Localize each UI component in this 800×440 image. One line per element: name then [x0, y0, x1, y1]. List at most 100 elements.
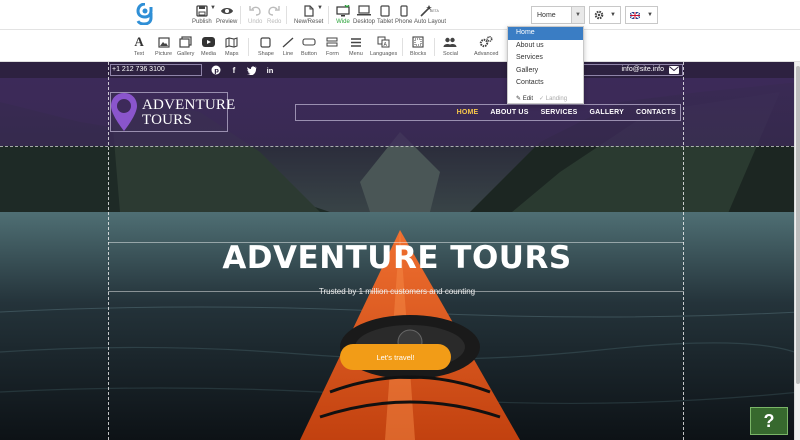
envelope-icon	[669, 66, 679, 74]
button-tool[interactable]: Button	[301, 35, 317, 57]
gallery-icon	[179, 36, 192, 48]
chevron-down-icon: ▼	[647, 12, 653, 18]
nav-home[interactable]: HOME	[457, 109, 479, 116]
chevron-down-icon[interactable]: ▼	[571, 7, 584, 23]
preview-button[interactable]: Preview	[216, 3, 237, 29]
media-tool-label: Media	[201, 51, 216, 57]
map-icon	[225, 36, 238, 48]
layout-guide	[0, 146, 794, 147]
wide-view-button[interactable]: Wide	[336, 3, 350, 29]
edit-page-button[interactable]: ✎ Edit	[516, 95, 533, 102]
language-button[interactable]: ▼	[625, 6, 658, 24]
media-tool[interactable]: Media	[201, 35, 216, 57]
publish-button[interactable]: Publish	[192, 3, 212, 29]
page-select[interactable]: Home ▼	[531, 6, 585, 24]
advanced-tool[interactable]: Advanced	[474, 35, 498, 57]
auto-layout-button[interactable]: Auto Layout	[414, 3, 446, 29]
nav-gallery[interactable]: GALLERY	[589, 109, 624, 116]
blocks-tool[interactable]: Blocks	[410, 35, 426, 57]
menu-icon	[350, 37, 361, 47]
form-icon	[326, 37, 338, 46]
menu-tool-label: Menu	[349, 51, 363, 57]
button-tool-label: Button	[301, 51, 317, 57]
check-icon: ✓	[539, 96, 545, 102]
hero-title[interactable]: ADVENTURE TOURS	[0, 240, 794, 276]
gears-icon	[480, 36, 493, 48]
tablet-icon	[380, 4, 390, 17]
undo-button[interactable]: Undo	[248, 3, 262, 29]
line-tool-label: Line	[282, 51, 294, 57]
social-tool-label: Social	[443, 51, 458, 57]
phone-number[interactable]: +1 212 736 3100	[110, 64, 202, 76]
redo-icon	[268, 6, 280, 16]
maps-tool[interactable]: Maps	[225, 35, 238, 57]
button-icon	[302, 38, 316, 46]
toolbar-divider	[402, 38, 403, 56]
form-tool[interactable]: Form	[326, 35, 339, 57]
hero-subtitle[interactable]: Trusted by 1 million customers and count…	[0, 287, 794, 296]
pencil-icon: ✎	[516, 96, 522, 102]
nav-contacts[interactable]: CONTACTS	[636, 109, 676, 116]
undo-label: Undo	[248, 19, 263, 25]
svg-text:A: A	[384, 42, 388, 48]
site-nav: HOME ABOUT US SERVICES GALLERY CONTACTS	[295, 104, 681, 121]
toolbar-divider	[248, 38, 249, 56]
email-contact[interactable]: info@site.info	[569, 64, 683, 76]
brand-line-2: TOURS	[142, 112, 192, 128]
tablet-view-button[interactable]: Tablet	[377, 3, 393, 29]
brand-line-1: ADVENTURE	[142, 97, 236, 113]
social-tool[interactable]: Social	[443, 35, 458, 57]
cta-button[interactable]: Let's travel!	[340, 344, 451, 370]
gallery-tool-label: Gallery	[177, 51, 195, 57]
nav-about-us[interactable]: ABOUT US	[490, 109, 528, 116]
shape-icon	[260, 36, 272, 48]
form-tool-label: Form	[326, 51, 339, 57]
site-header: ADVENTURE TOURS HOME ABOUT US SERVICES G…	[0, 78, 794, 146]
twitter-icon[interactable]	[246, 64, 258, 76]
page-option-home[interactable]: Home	[508, 27, 583, 40]
gear-icon	[594, 10, 604, 20]
svg-text:p: p	[214, 67, 219, 75]
page-option-contacts[interactable]: Contacts	[508, 77, 583, 90]
toolbar-divider	[286, 6, 287, 24]
publish-label: Publish	[192, 19, 212, 25]
vertical-scrollbar[interactable]	[794, 62, 800, 440]
tablet-label: Tablet	[377, 19, 394, 25]
languages-tool[interactable]: A Languages	[370, 35, 397, 57]
toolbar-divider	[328, 6, 329, 24]
contact-bar: +1 212 736 3100 p f in info@site.info	[0, 62, 794, 78]
site-logo[interactable]: ADVENTURE TOURS	[110, 92, 235, 132]
menu-tool[interactable]: Menu	[349, 35, 363, 57]
page-option-about-us[interactable]: About us	[508, 40, 583, 53]
app-logo-icon[interactable]	[136, 3, 154, 25]
email-text: info@site.info	[621, 66, 664, 73]
line-icon	[282, 37, 294, 47]
help-button[interactable]: ?	[750, 407, 788, 435]
editor-canvas[interactable]: +1 212 736 3100 p f in info@site.info AD…	[0, 62, 800, 440]
translate-icon: A	[377, 36, 390, 48]
text-tool[interactable]: A Text	[134, 34, 144, 57]
nav-services[interactable]: SERVICES	[541, 109, 578, 116]
gallery-tool[interactable]: Gallery	[177, 35, 194, 57]
page-option-services[interactable]: Services	[508, 52, 583, 65]
preview-label: Preview	[216, 19, 238, 25]
shape-tool[interactable]: Shape	[258, 35, 274, 57]
facebook-icon[interactable]: f	[228, 64, 240, 76]
page-select-value: Home	[537, 11, 556, 19]
page-option-gallery[interactable]: Gallery	[508, 65, 583, 78]
redo-button[interactable]: Redo	[267, 3, 281, 29]
desktop-view-button[interactable]: Desktop	[353, 3, 375, 29]
linkedin-icon[interactable]: in	[264, 64, 276, 76]
blocks-icon	[412, 36, 424, 48]
line-tool[interactable]: Line	[282, 35, 294, 57]
new-reset-caret-icon[interactable]: ▼	[317, 5, 323, 11]
landing-page-button[interactable]: ✓ Landing	[539, 95, 567, 102]
settings-button[interactable]: ▼	[589, 6, 621, 24]
edit-label: Edit	[522, 96, 534, 102]
insert-toolbar: A Text Picture Gallery Media Maps Shape …	[0, 31, 800, 62]
pinterest-icon[interactable]: p	[210, 64, 222, 76]
picture-tool[interactable]: Picture	[155, 35, 172, 57]
phone-view-button[interactable]: Phone	[395, 3, 412, 29]
dropdown-actions: ✎ Edit ✓ Landing	[508, 92, 583, 106]
scrollbar-thumb[interactable]	[796, 66, 800, 384]
